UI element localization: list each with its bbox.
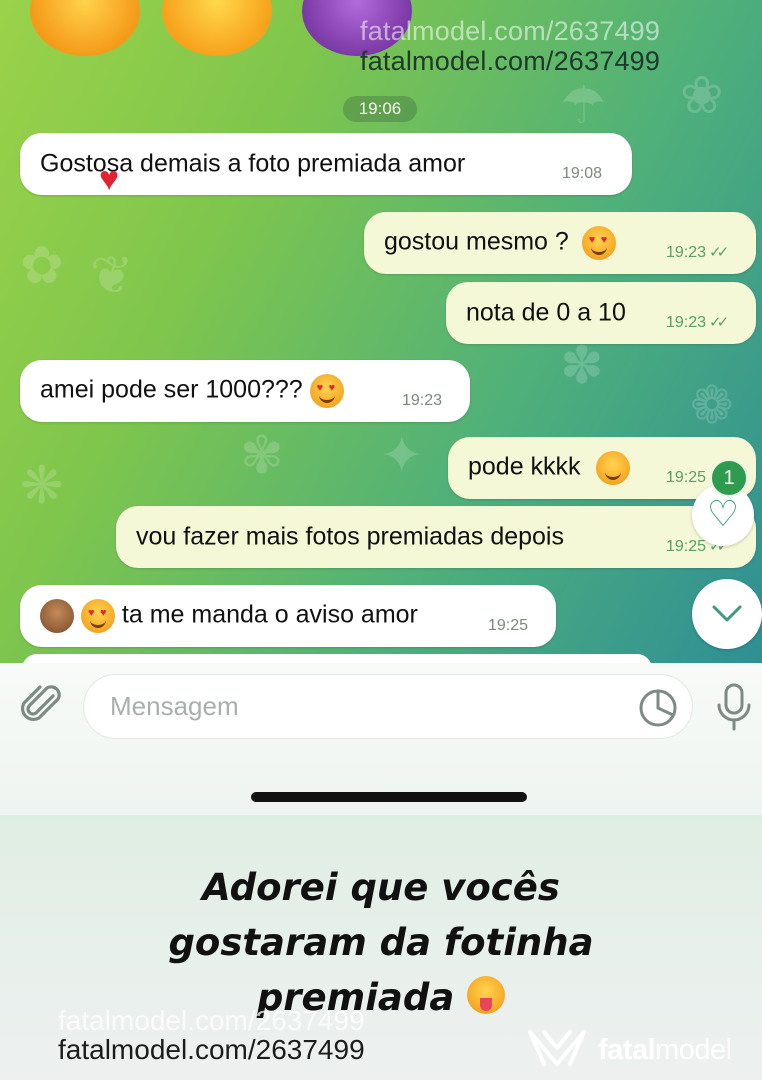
message-bubble-incoming[interactable] — [22, 654, 652, 663]
chat-background: ✿ ❦ ☂ ❀ ✾ ❋ ✽ ❁ ✦ fatalmodel.com/2637499… — [0, 0, 762, 663]
timestamp-pill: 19:06 — [343, 96, 417, 122]
doodle-icon: ✿ — [20, 237, 64, 295]
message-input[interactable]: Mensagem — [84, 675, 692, 738]
heart-eyes-icon: ♥ ♥ — [309, 374, 344, 408]
heart-reaction-icon: ♥ — [99, 160, 120, 198]
message-text: vou fazer mais fotos premiadas depois — [136, 522, 564, 551]
brand-logo-text: fatalmodel — [598, 1034, 732, 1066]
caption-line: gostaram da fotinha — [168, 921, 594, 964]
watermark: fatalmodel.com/2637499 — [360, 46, 661, 76]
smiling-face-icon — [595, 451, 630, 485]
message-placeholder: Mensagem — [110, 691, 239, 721]
doodle-icon: ❀ — [680, 67, 724, 125]
double-check-icon: ✓✓ — [709, 244, 729, 261]
doodle-icon: ❦ — [90, 247, 134, 305]
story-caption: Adorei que vocês gostaram da fotinha pre… — [0, 860, 762, 1025]
reaction-count-badge: 1 — [710, 459, 748, 497]
watermark: fatalmodel.com/2637499 — [58, 1034, 365, 1065]
message-time: 19:23 — [666, 314, 707, 331]
message-bubble-outgoing[interactable]: vou fazer mais fotos premiadas depois 19… — [116, 506, 756, 568]
emoji-icon — [162, 0, 272, 56]
doodle-icon: ☂ — [560, 77, 607, 135]
message-text: amei pode ser 1000??? — [40, 375, 303, 404]
message-bubble-outgoing[interactable]: gostou mesmo ? ♥ ♥ 19:23 ✓✓ — [364, 212, 756, 274]
message-bubble-outgoing[interactable]: nota de 0 a 10 19:23 ✓✓ — [446, 282, 756, 344]
see-no-evil-monkey-icon — [40, 599, 74, 633]
doodle-icon: ✽ — [560, 337, 604, 395]
microphone-icon[interactable] — [715, 682, 753, 732]
double-check-icon: ✓✓ — [709, 314, 729, 331]
message-text: gostou mesmo ? — [384, 227, 569, 256]
fatalmodel-logo-icon — [528, 1030, 586, 1066]
watermark: fatalmodel.com/2637499 — [58, 1005, 365, 1036]
heart-eyes-icon: ♥ ♥ — [80, 599, 115, 633]
message-time: 19:25 — [666, 469, 707, 486]
emoji-icon — [30, 0, 140, 56]
caption-line: Adorei que vocês — [202, 866, 560, 909]
smiling-face-with-hearts-icon: ♥ ♥ — [581, 226, 616, 260]
sticker-icon[interactable] — [637, 687, 679, 729]
doodle-icon: ✦ — [380, 427, 424, 485]
paperclip-icon[interactable] — [20, 682, 66, 728]
chevron-down-icon — [712, 605, 742, 622]
message-time: 19:23 — [402, 392, 443, 409]
scroll-to-bottom-button[interactable] — [692, 579, 762, 649]
message-time: 19:25 — [488, 617, 529, 634]
doodle-icon: ❁ — [690, 377, 734, 435]
message-text: ta me manda o aviso amor — [121, 600, 418, 629]
message-text: pode kkkk — [468, 452, 581, 481]
home-indicator — [251, 792, 527, 802]
message-time: 19:08 — [562, 165, 603, 182]
tongue-out-emoji-icon — [467, 976, 506, 1014]
message-time: 19:25 — [666, 538, 707, 555]
message-bubble-incoming[interactable]: ♥ ♥ ta me manda o aviso amor 19:25 — [20, 585, 556, 647]
watermark: fatalmodel.com/2637499 — [360, 16, 661, 46]
message-time: 19:23 — [666, 244, 707, 261]
heart-outline-icon: ♡ — [706, 493, 740, 534]
doodle-icon: ✾ — [240, 427, 284, 485]
doodle-icon: ❋ — [20, 457, 64, 515]
message-bubble-incoming[interactable]: amei pode ser 1000??? ♥ ♥ 19:23 — [20, 360, 470, 422]
message-text: nota de 0 a 10 — [466, 298, 626, 327]
